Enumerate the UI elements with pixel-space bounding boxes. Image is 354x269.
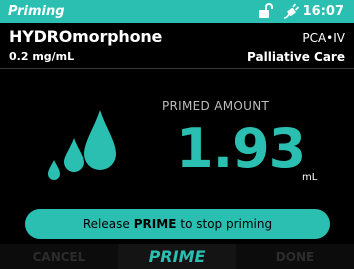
softkey-bar: CANCEL PRIME DONE — [0, 244, 354, 269]
primed-amount-label: PRIMED AMOUNT — [162, 99, 270, 113]
pump-screen: Priming 16:07 HYDROmorphone 0.2 mg/mL PC… — [0, 0, 354, 269]
power-plug-icon — [283, 3, 300, 19]
drug-concentration: 0.2 mg/mL — [9, 50, 75, 63]
status-bar: Priming 16:07 — [0, 0, 354, 23]
prompt-prefix: Release — [82, 217, 130, 231]
droplets-icon — [48, 110, 116, 180]
infusion-mode: PCA•IV — [302, 31, 345, 45]
header-divider — [0, 68, 354, 69]
primed-amount-value: 1.93 — [176, 117, 306, 180]
prime-softkey[interactable]: PRIME — [118, 244, 236, 269]
cancel-softkey[interactable]: CANCEL — [0, 244, 118, 269]
prompt-suffix: to stop priming — [180, 217, 273, 231]
done-softkey[interactable]: DONE — [236, 244, 354, 269]
primed-amount-unit: mL — [302, 172, 318, 183]
release-prime-prompt: Release PRIME to stop priming — [25, 209, 330, 239]
care-area: Palliative Care — [247, 50, 345, 64]
drug-name: HYDROmorphone — [9, 27, 163, 46]
prompt-key: PRIME — [133, 217, 177, 231]
clock: 16:07 — [302, 4, 344, 19]
unlocked-lock-icon — [259, 3, 273, 18]
screen-title: Priming — [8, 4, 65, 19]
